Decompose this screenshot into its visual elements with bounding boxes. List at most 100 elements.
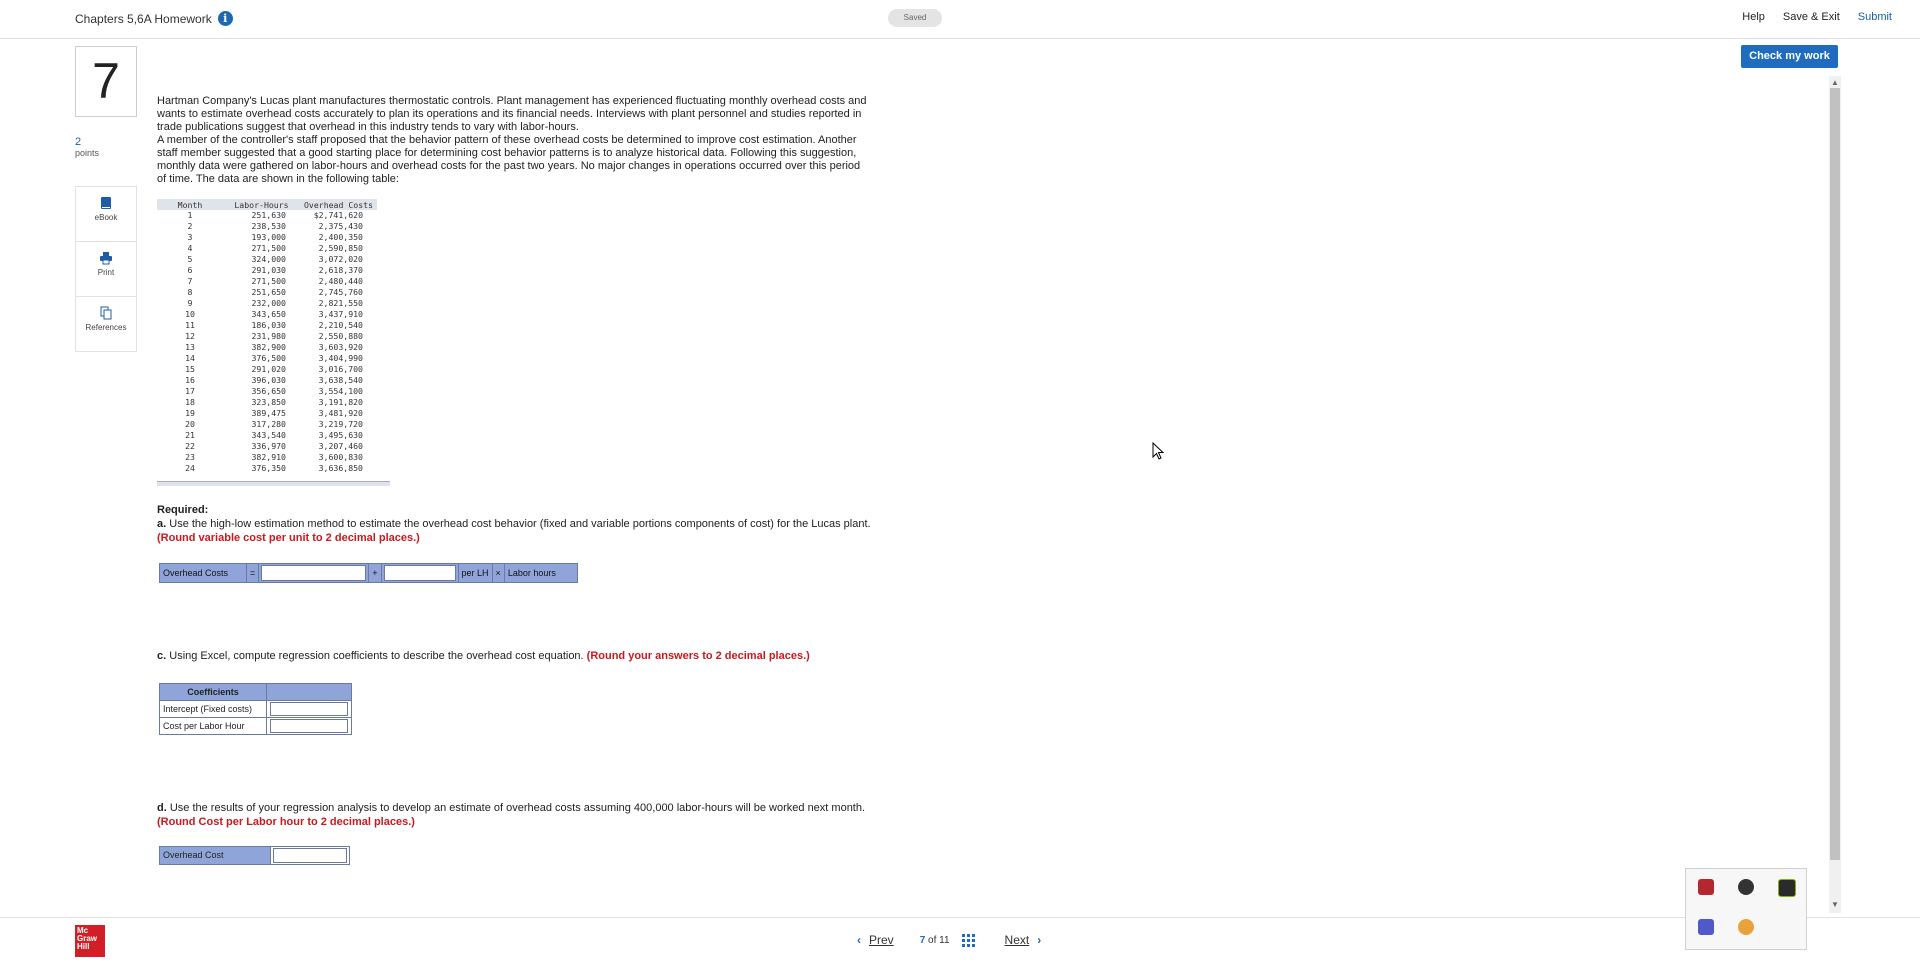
overhead-cost-cell: 3,636,850 [318,463,363,473]
overhead-cost-cell: 2,590,850 [318,243,363,253]
table-row: 18 323,850 3,191,820 [157,397,377,408]
mcgraw-hill-logo: Mc Graw Hill [75,925,105,957]
part-d-text: d. Use the results of your regression an… [157,801,877,829]
cost-per-lh-row: Cost per Labor Hour [159,717,352,735]
part-c-text: c. Using Excel, compute regression coeff… [157,650,810,662]
page-total: 11 [939,934,950,946]
labor-hours-cell: 271,500 [251,276,286,286]
chevron-left-icon[interactable]: ‹ [857,933,861,947]
labor-overhead-table: Month Labor-Hours Overhead Costs 1 251,63… [157,199,377,474]
variable-cost-input[interactable] [383,565,456,581]
table-row: 6 291,030 2,618,370 [157,265,377,276]
fixed-cost-input[interactable] [261,565,367,581]
prev-button[interactable]: Prev [869,933,894,947]
page-current: 7 [919,934,926,946]
book-icon [101,197,111,209]
month-cell: 21 [185,430,195,440]
printer-icon [100,252,112,265]
table-row: 20 317,280 3,219,720 [157,419,377,430]
overhead-cost-cell: 3,638,540 [318,375,363,385]
equals-sign: = [247,564,260,582]
labor-hours-cell: 389,475 [251,408,286,418]
tray-app-icon-2[interactable] [1738,879,1754,895]
references-button[interactable]: References [76,306,136,351]
times-sign: × [493,564,505,582]
logo-line-3: Hill [77,942,90,951]
table-row: 15 291,020 3,016,700 [157,364,377,375]
overhead-cost-cell: 3,600,830 [318,452,363,462]
teams-icon[interactable] [1698,919,1714,935]
references-icon [100,306,112,320]
info-icon[interactable]: i [217,11,233,26]
table-row: 21 343,540 3,495,630 [157,430,377,441]
points-label: points [75,148,100,158]
table-row: 3 193,000 2,400,350 [157,232,377,243]
column-header-month: Month [157,199,223,210]
month-cell: 3 [187,232,193,242]
equation-label: Overhead Costs [160,564,247,582]
scroll-down-icon[interactable]: ▼ [1831,900,1839,909]
month-cell: 6 [187,265,193,275]
submit-link[interactable]: Submit [1858,11,1892,23]
table-row: 16 396,030 3,638,540 [157,375,377,386]
part-c-instruction: (Round your answers to 2 decimal places.… [586,650,810,662]
help-link[interactable]: Help [1742,11,1765,23]
overhead-cost-cell: 2,618,370 [318,265,363,275]
table-row: 8 251,650 2,745,760 [157,287,377,298]
overhead-cost-cell: 2,550,880 [318,331,363,341]
overhead-cost-cell: $2,741,620 [313,210,363,220]
table-row: 1 251,630 $2,741,620 [157,210,377,221]
labor-hours-cell: 323,850 [251,397,286,407]
intro-paragraph-2: A member of the controller's staff propo… [157,134,861,185]
month-cell: 22 [185,441,195,451]
scrollbar-thumb[interactable] [1830,88,1840,860]
labor-hours-cell: 291,030 [251,265,286,275]
tray-app-icon-1[interactable] [1698,879,1714,895]
intercept-input[interactable] [270,702,348,716]
overhead-cost-input[interactable] [273,848,347,863]
overhead-cost-cell: 3,603,920 [318,342,363,352]
labor-hours-cell: 382,910 [251,452,286,462]
labor-hours-cell: 291,020 [251,364,286,374]
table-row: 24 376,350 3,636,850 [157,463,377,474]
table-row: 9 232,000 2,821,550 [157,298,377,309]
part-c-prefix: c. [157,650,167,662]
check-my-work-button[interactable]: Check my work [1741,45,1838,68]
table-row: 13 382,900 3,603,920 [157,342,377,353]
ebook-button[interactable]: eBook [76,196,136,242]
overhead-cost-cell: 2,821,550 [318,298,363,308]
print-button[interactable]: Print [76,251,136,297]
overhead-cost-cell: 3,072,020 [318,254,363,264]
nvidia-icon[interactable] [1778,879,1796,897]
part-a-body: Use the high-low estimation method to es… [166,518,871,530]
month-cell: 7 [187,276,193,286]
scroll-up-icon[interactable]: ▲ [1831,78,1839,87]
month-cell: 5 [187,254,193,264]
intercept-cell [266,700,352,718]
plus-sign: + [368,564,382,582]
labor-hours-cell: 343,540 [251,430,286,440]
column-header-overhead-costs: Overhead Costs [300,199,377,210]
labor-hours-cell: 186,030 [251,320,286,330]
overhead-cost-label: Overhead Cost [160,847,271,864]
overhead-cost-cell: 3,437,910 [318,309,363,319]
table-row: 4 271,500 2,590,850 [157,243,377,254]
overhead-cost-cell: 3,191,820 [318,397,363,407]
cost-per-lh-label: Cost per Labor Hour [159,717,267,735]
question-number: 7 [75,46,137,117]
grid-view-icon[interactable] [961,933,975,947]
month-cell: 19 [185,408,195,418]
points-value: 2 [75,136,82,148]
save-exit-link[interactable]: Save & Exit [1783,11,1840,23]
labor-hours-cell: 231,980 [251,331,286,341]
table-row: 17 356,650 3,554,100 [157,386,377,397]
question-intro: Hartman Company's Lucas plant manufactur… [157,95,867,186]
chevron-right-icon[interactable]: › [1037,933,1041,947]
cost-per-lh-input[interactable] [270,719,348,733]
part-a-text: a. Use the high-low estimation method to… [157,517,877,545]
chrome-icon[interactable] [1738,919,1754,935]
saved-status-badge: Saved [888,9,942,27]
tools-panel: eBook Print References [75,186,137,352]
month-cell: 15 [185,364,195,374]
next-button[interactable]: Next [1005,933,1030,947]
